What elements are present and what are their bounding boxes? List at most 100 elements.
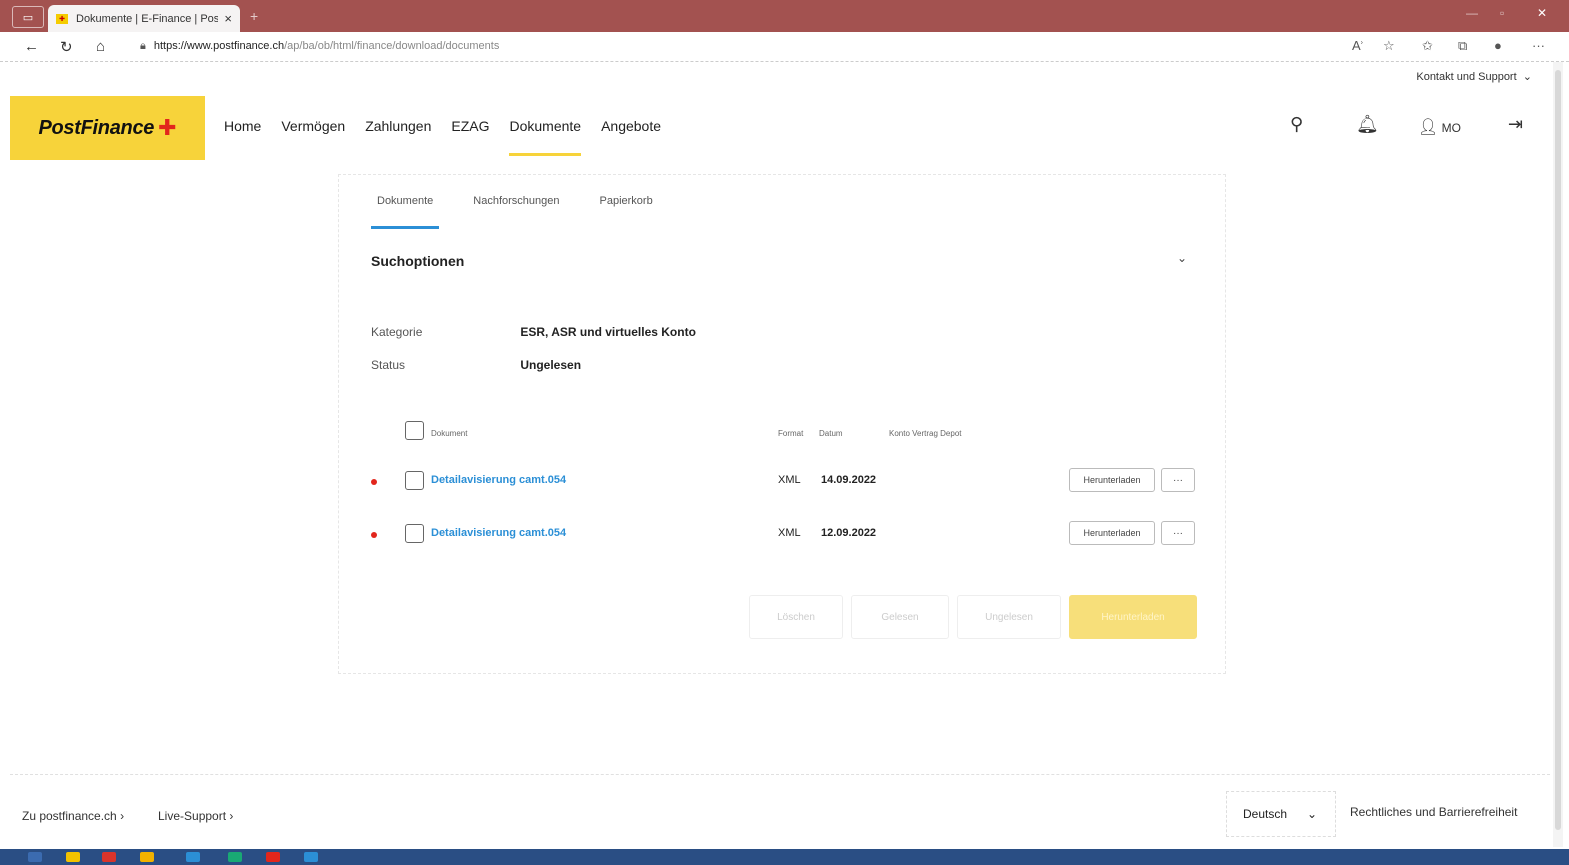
user-menu[interactable]: 👤︎ MO: [1418, 117, 1461, 137]
window-close-icon[interactable]: ✕: [1537, 6, 1547, 20]
live-support-link[interactable]: Live-Support ›: [158, 809, 233, 823]
chevron-down-icon: ⌄: [1307, 807, 1318, 821]
more-options-button[interactable]: ···: [1161, 468, 1195, 492]
tab-dokumente[interactable]: Dokumente: [371, 195, 440, 229]
bulk-actions: Löschen Gelesen Ungelesen Herunterladen: [749, 595, 1197, 639]
lock-icon: 🔒︎: [140, 40, 146, 52]
format-cell: XML: [778, 527, 801, 539]
date-cell: 12.09.2022: [821, 527, 877, 539]
taskbar-app-icon[interactable]: [266, 852, 280, 862]
chevron-down-icon: ⌄: [1519, 71, 1532, 83]
delete-button[interactable]: Löschen: [749, 595, 843, 639]
new-tab-icon[interactable]: +: [250, 8, 258, 24]
mark-unread-button[interactable]: Ungelesen: [957, 595, 1061, 639]
nav-vermoegen[interactable]: Vermögen: [281, 118, 345, 156]
date-cell: 14.09.2022: [821, 474, 877, 486]
reload-icon[interactable]: ↻: [60, 38, 73, 56]
browser-menu-icon[interactable]: ···: [1532, 38, 1545, 53]
nav-angebote[interactable]: Angebote: [601, 118, 661, 156]
tab-close-icon[interactable]: ×: [224, 11, 232, 26]
unread-indicator-icon: [371, 479, 377, 485]
taskbar-app-icon[interactable]: [102, 852, 116, 862]
os-taskbar: [0, 849, 1569, 865]
taskbar-app-icon[interactable]: [186, 852, 200, 862]
page-footer: Zu postfinance.ch › Live-Support › Deuts…: [10, 774, 1550, 852]
document-subtabs: Dokumente Nachforschungen Papierkorb: [371, 195, 659, 229]
nav-home[interactable]: Home: [224, 118, 261, 156]
profile-icon[interactable]: ●: [1494, 38, 1502, 53]
search-icon[interactable]: ⚲: [1290, 114, 1303, 135]
taskbar-app-icon[interactable]: [228, 852, 242, 862]
postfinance-favicon-icon: ✚: [56, 13, 68, 24]
page-content: Kontakt und Support ⌄ PostFinance ✚ Home…: [10, 62, 1550, 852]
search-options-title: Suchoptionen: [371, 253, 465, 269]
nav-zahlungen[interactable]: Zahlungen: [365, 118, 431, 156]
postfinance-logo[interactable]: PostFinance ✚: [10, 96, 205, 160]
taskbar-app-icon[interactable]: [140, 852, 154, 862]
maximize-icon[interactable]: ▫: [1500, 6, 1504, 20]
language-select[interactable]: Deutsch ⌄: [1226, 791, 1336, 837]
format-cell: XML: [778, 474, 801, 486]
table-row: Detailavisierung camt.054 XML 12.09.2022…: [363, 514, 1197, 554]
filter-value: ESR, ASR und virtuelles Konto: [520, 325, 696, 339]
postfinance-link[interactable]: Zu postfinance.ch ›: [22, 809, 124, 823]
url-path: /ap/ba/ob/html/finance/download/document…: [284, 40, 500, 52]
taskbar-app-icon[interactable]: [66, 852, 80, 862]
user-initials: MO: [1441, 121, 1461, 135]
document-link[interactable]: Detailavisierung camt.054: [431, 527, 566, 539]
chevron-right-icon: ›: [229, 809, 234, 823]
chevron-right-icon: ›: [120, 809, 125, 823]
tab-title: Dokumente | E-Finance | PostFi: [76, 12, 219, 25]
logout-icon[interactable]: ⇥: [1508, 114, 1523, 135]
filter-status: Status Ungelesen: [371, 358, 581, 372]
favorites-icon[interactable]: ✩: [1422, 38, 1433, 54]
kontakt-label: Kontakt und Support: [1416, 71, 1517, 83]
browser-titlebar: ▭ ✚ Dokumente | E-Finance | PostFi × + —…: [0, 0, 1569, 32]
mark-read-button[interactable]: Gelesen: [851, 595, 949, 639]
select-all-checkbox[interactable]: [405, 421, 424, 440]
kontakt-support-dropdown[interactable]: Kontakt und Support ⌄: [1416, 70, 1532, 83]
filter-label: Status: [371, 358, 406, 372]
more-options-button[interactable]: ···: [1161, 521, 1195, 545]
address-bar: ← ↻ ⌂ 🔒︎ https://www.postfinance.ch/ap/ba…: [0, 32, 1569, 62]
row-checkbox[interactable]: [405, 524, 424, 543]
collections-icon[interactable]: ⧉: [1458, 38, 1467, 54]
document-link[interactable]: Detailavisierung camt.054: [431, 474, 566, 486]
download-button[interactable]: Herunterladen: [1069, 521, 1155, 545]
scrollbar-thumb[interactable]: [1555, 70, 1561, 830]
tab-nachforschungen[interactable]: Nachforschungen: [467, 195, 565, 229]
bell-icon[interactable]: 🔔︎: [1356, 114, 1379, 135]
url-host: https://www.postfinance.ch: [153, 40, 285, 52]
nav-ezag[interactable]: EZAG: [451, 118, 489, 156]
start-icon[interactable]: [28, 852, 42, 862]
tab-papierkorb[interactable]: Papierkorb: [594, 195, 659, 229]
filter-value: Ungelesen: [520, 358, 582, 372]
user-icon: 👤︎: [1418, 119, 1439, 136]
bulk-download-button[interactable]: Herunterladen: [1069, 595, 1197, 639]
brand-name: PostFinance: [38, 116, 155, 139]
minimize-icon[interactable]: —: [1466, 6, 1478, 20]
read-aloud-icon[interactable]: A›: [1352, 38, 1363, 53]
row-checkbox[interactable]: [405, 471, 424, 490]
taskbar-app-icon[interactable]: [304, 852, 318, 862]
search-options-toggle-icon[interactable]: ⌄: [1177, 251, 1187, 265]
back-icon[interactable]: ←: [24, 38, 39, 55]
header-date: Datum: [819, 429, 843, 438]
page-scrollbar[interactable]: [1553, 62, 1563, 847]
postfinance-link-label: Zu postfinance.ch: [22, 809, 117, 823]
home-icon[interactable]: ⌂: [96, 38, 105, 55]
unread-indicator-icon: [371, 532, 377, 538]
table-row: Detailavisierung camt.054 XML 14.09.2022…: [363, 461, 1197, 501]
header-account: Konto Vertrag Depot: [889, 429, 962, 438]
download-button[interactable]: Herunterladen: [1069, 468, 1155, 492]
translate-icon[interactable]: ☆: [1383, 38, 1395, 54]
legal-link[interactable]: Rechtliches und Barrierefreiheit: [1350, 805, 1517, 819]
header-document: Dokument: [431, 429, 468, 438]
tab-actions-icon[interactable]: ▭: [12, 6, 44, 28]
language-value: Deutsch: [1243, 807, 1288, 821]
nav-dokumente[interactable]: Dokumente: [509, 118, 581, 156]
url-field[interactable]: 🔒︎ https://www.postfinance.ch/ap/ba/ob/ht…: [140, 40, 499, 53]
swiss-cross-icon: ✚: [158, 115, 177, 140]
live-support-label: Live-Support: [158, 809, 227, 823]
browser-tab[interactable]: ✚ Dokumente | E-Finance | PostFi ×: [48, 5, 240, 32]
